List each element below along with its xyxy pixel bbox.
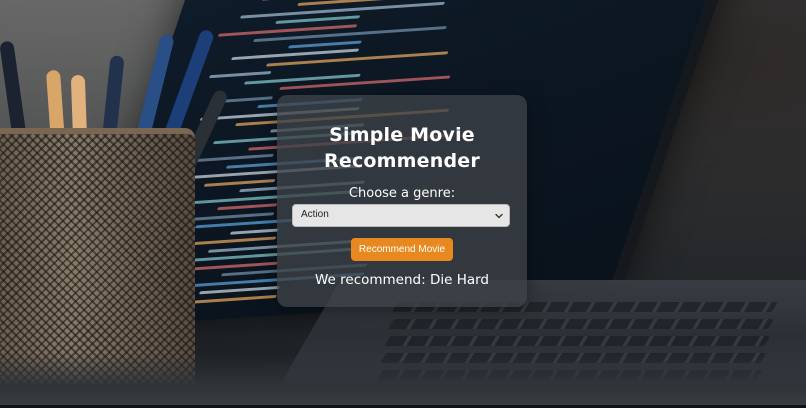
- background-key-row: [384, 336, 771, 346]
- genre-select-value: Action: [301, 209, 329, 220]
- chevron-down-icon: [495, 213, 503, 219]
- recommendation-result: We recommend: Die Hard: [314, 272, 490, 288]
- background-desk: [0, 353, 806, 408]
- background-code-line: [222, 95, 274, 103]
- background-code-line: [275, 15, 361, 25]
- recommender-card: Simple Movie Recommender Choose a genre:…: [277, 95, 527, 307]
- genre-select[interactable]: Action: [292, 204, 510, 227]
- recommend-movie-button[interactable]: Recommend Movie: [351, 238, 453, 261]
- background-key-row: [388, 319, 774, 329]
- background-code-line: [185, 261, 279, 271]
- background-code-line: [230, 227, 280, 235]
- background-code-line: [190, 153, 274, 163]
- background-code-line: [288, 40, 363, 48]
- background-code-line: [198, 285, 280, 295]
- genre-label: Choose a genre:: [348, 186, 456, 201]
- background-code-line: [208, 71, 272, 79]
- page-title: Simple Movie Recommender: [324, 124, 480, 172]
- background-code-line: [203, 178, 276, 187]
- background-code-line: [216, 203, 278, 211]
